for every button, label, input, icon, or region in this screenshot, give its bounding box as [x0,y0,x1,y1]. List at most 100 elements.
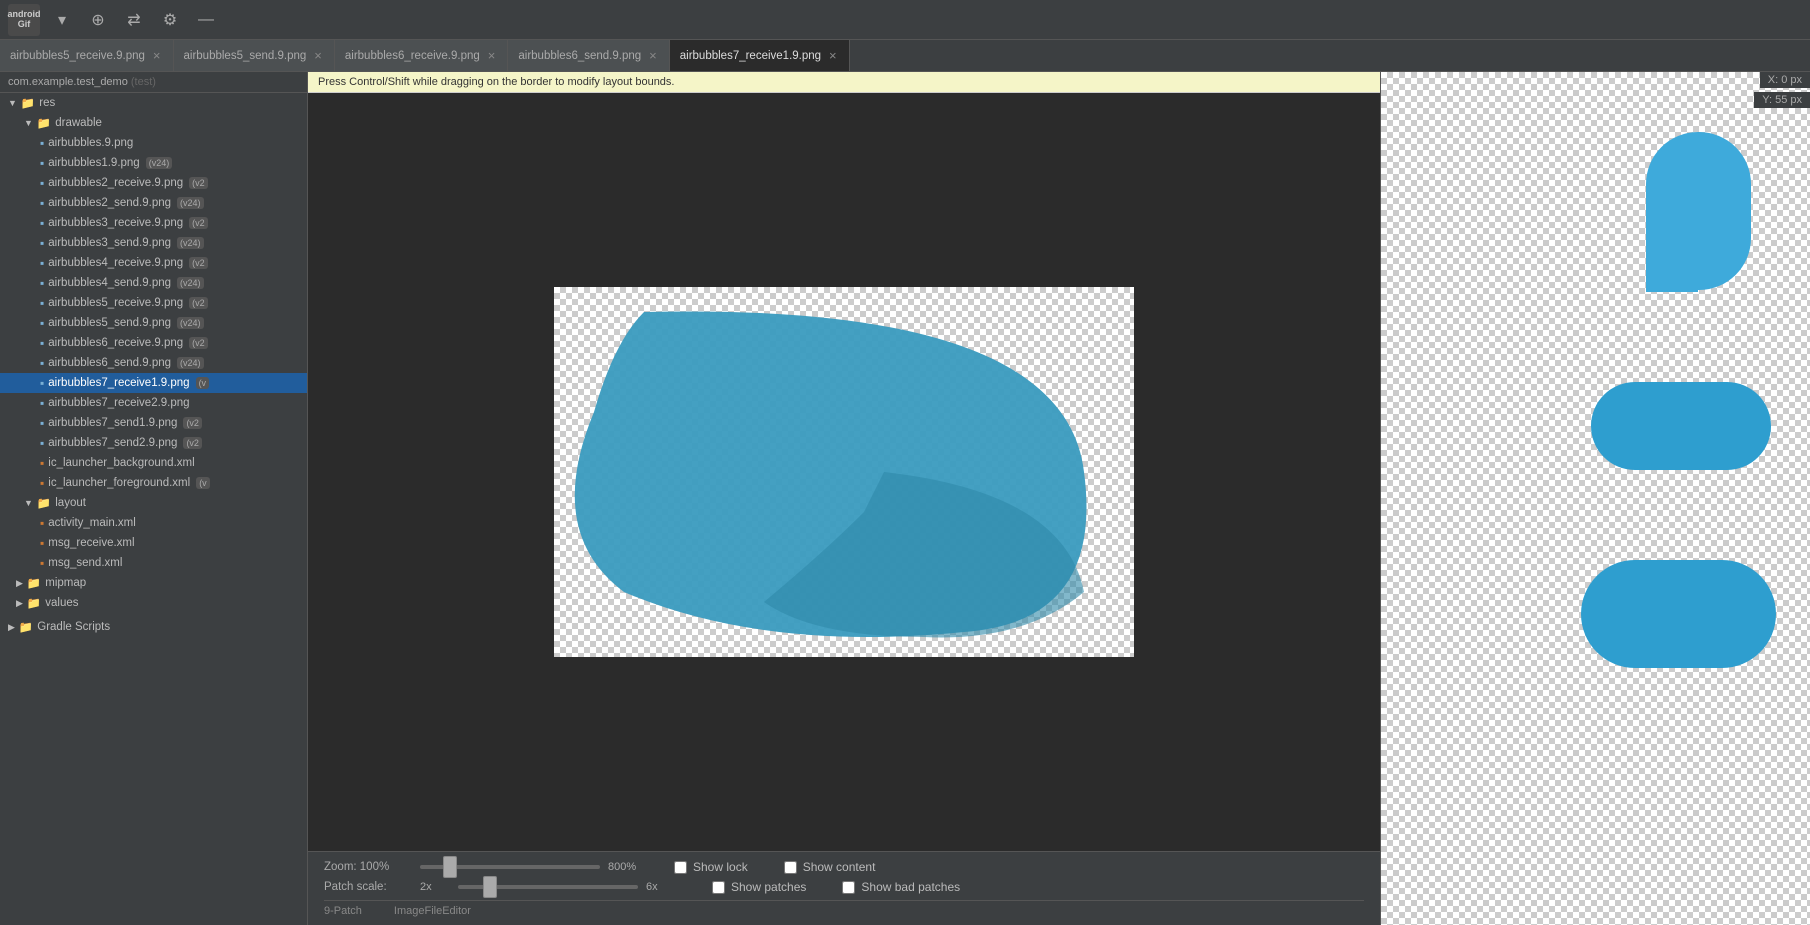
tree-folder-mipmap[interactable]: ▶ 📁 mipmap [0,573,307,593]
list-item[interactable]: ▪ airbubbles5_send.9.png (v24) [0,313,307,333]
patch-scale-slider[interactable] [458,885,638,889]
tab-close-icon[interactable]: × [647,48,659,63]
file-icon: ▪ [40,416,44,430]
expand-icon: ▼ [8,98,17,108]
patch-scale-slider-container: 2x 6x [420,881,676,893]
tab-label: airbubbles6_send.9.png [518,50,641,62]
version-badge: (v2 [189,217,208,229]
show-patches-checkbox[interactable] [712,881,725,894]
hint-bar: Press Control/Shift while dragging on th… [308,72,1380,93]
version-badge: (v2 [189,337,208,349]
list-item[interactable]: ▪ activity_main.xml [0,513,307,533]
preview-svg [1381,72,1810,925]
version-badge: (v2 [189,177,208,189]
list-item[interactable]: ▪ ic_launcher_background.xml [0,453,307,473]
file-label: airbubbles4_send.9.png [48,277,171,289]
list-item[interactable]: ▪ airbubbles.9.png [0,133,307,153]
list-item[interactable]: ▪ airbubbles4_send.9.png (v24) [0,273,307,293]
tab-close-icon[interactable]: × [827,48,839,63]
file-label: airbubbles6_receive.9.png [48,337,183,349]
list-item[interactable]: ▪ airbubbles2_receive.9.png (v2 [0,173,307,193]
list-item[interactable]: ▪ airbubbles2_send.9.png (v24) [0,193,307,213]
show-lock-label[interactable]: Show lock [693,860,748,874]
list-item[interactable]: ▪ airbubbles3_receive.9.png (v2 [0,213,307,233]
tree-folder-values[interactable]: ▶ 📁 values [0,593,307,613]
tree-folder-gradle[interactable]: ▶ 📁 Gradle Scripts [0,617,307,637]
editor-type-label: ImageFileEditor [394,905,471,917]
y-coord: Y: 55 px [1754,92,1810,108]
swap-button[interactable]: ⇄ [120,6,148,34]
tab-label: airbubbles6_receive.9.png [345,50,480,62]
show-patches-label[interactable]: Show patches [731,880,806,894]
version-badge: (v2 [183,437,202,449]
nine-patch-label: 9-Patch [324,905,362,917]
tab-close-icon[interactable]: × [486,48,498,63]
tab-airbubbles6-receive[interactable]: airbubbles6_receive.9.png × [335,40,509,71]
tree-folder-layout[interactable]: ▼ 📁 layout [0,493,307,513]
tree-folder-res[interactable]: ▼ 📁 res [0,93,307,113]
canvas-container[interactable] [308,93,1380,851]
tab-close-icon[interactable]: × [312,48,324,63]
xml-icon: ▪ [40,536,44,550]
file-icon: ▪ [40,136,44,150]
show-content-checkbox[interactable] [784,861,797,874]
list-item[interactable]: ▪ airbubbles5_receive.9.png (v2 [0,293,307,313]
tab-close-icon[interactable]: × [151,48,163,63]
list-item[interactable]: ▪ airbubbles1.9.png (v24) [0,153,307,173]
show-bad-patches-group: Show bad patches [842,880,960,894]
list-item[interactable]: ▪ airbubbles7_send2.9.png (v2 [0,433,307,453]
show-bad-patches-label[interactable]: Show bad patches [861,880,960,894]
tab-airbubbles5-receive[interactable]: airbubbles5_receive.9.png × [0,40,174,71]
tab-label: airbubbles5_send.9.png [184,50,307,62]
zoom-slider-container: 800% [420,861,638,873]
list-item[interactable]: ▪ airbubbles6_receive.9.png (v2 [0,333,307,353]
dropdown-button[interactable]: ▾ [48,6,76,34]
expand-icon: ▼ [24,118,33,128]
folder-label: mipmap [45,577,86,589]
folder-icon: 📁 [21,96,35,110]
tree-folder-drawable[interactable]: ▼ 📁 drawable [0,113,307,133]
show-bad-patches-checkbox[interactable] [842,881,855,894]
app-logo: android Gif [8,4,40,36]
list-item[interactable]: ▪ ic_launcher_foreground.xml (v [0,473,307,493]
minimize-button[interactable]: — [192,6,220,34]
list-item[interactable]: ▪ airbubbles7_receive2.9.png [0,393,307,413]
show-content-label[interactable]: Show content [803,860,876,874]
main-area: com.example.test_demo (test) ▼ 📁 res ▼ 📁… [0,72,1810,925]
file-label: airbubbles.9.png [48,137,133,149]
tab-airbubbles5-send[interactable]: airbubbles5_send.9.png × [174,40,335,71]
folder-label: Gradle Scripts [37,621,110,633]
list-item[interactable]: ▪ airbubbles6_send.9.png (v24) [0,353,307,373]
file-label: msg_receive.xml [48,537,134,549]
settings-button[interactable]: ⚙ [156,6,184,34]
folder-label: layout [55,497,86,509]
file-icon: ▪ [40,396,44,410]
zoom-label: Zoom: 100% [324,861,404,873]
list-item[interactable]: ▪ msg_receive.xml [0,533,307,553]
list-item[interactable]: ▪ msg_send.xml [0,553,307,573]
tab-airbubbles6-send[interactable]: airbubbles6_send.9.png × [508,40,669,71]
tab-airbubbles7-receive1[interactable]: airbubbles7_receive1.9.png × [670,40,850,71]
list-item[interactable]: ▪ airbubbles4_receive.9.png (v2 [0,253,307,273]
canvas-preview [554,287,1134,657]
xml-icon: ▪ [40,516,44,530]
navigate-button[interactable]: ⊕ [84,6,112,34]
zoom-slider[interactable] [420,865,600,869]
file-icon: ▪ [40,156,44,170]
version-badge: (v [196,377,210,389]
file-label: airbubbles2_send.9.png [48,197,171,209]
blob-shape [554,287,1134,657]
version-badge: (v [196,477,210,489]
show-lock-checkbox[interactable] [674,861,687,874]
patch-scale-max-label: 6x [646,881,676,893]
file-icon: ▪ [40,436,44,450]
list-item-active[interactable]: ▪ airbubbles7_receive1.9.png (v [0,373,307,393]
list-item[interactable]: ▪ airbubbles7_send1.9.png (v2 [0,413,307,433]
file-label: airbubbles5_send.9.png [48,317,171,329]
expand-icon: ▶ [16,578,23,589]
xml-icon: ▪ [40,556,44,570]
folder-icon: 📁 [37,116,51,130]
list-item[interactable]: ▪ airbubbles3_send.9.png (v24) [0,233,307,253]
bottom-labels: 9-Patch ImageFileEditor [324,900,1364,917]
editor-area: Press Control/Shift while dragging on th… [308,72,1380,925]
